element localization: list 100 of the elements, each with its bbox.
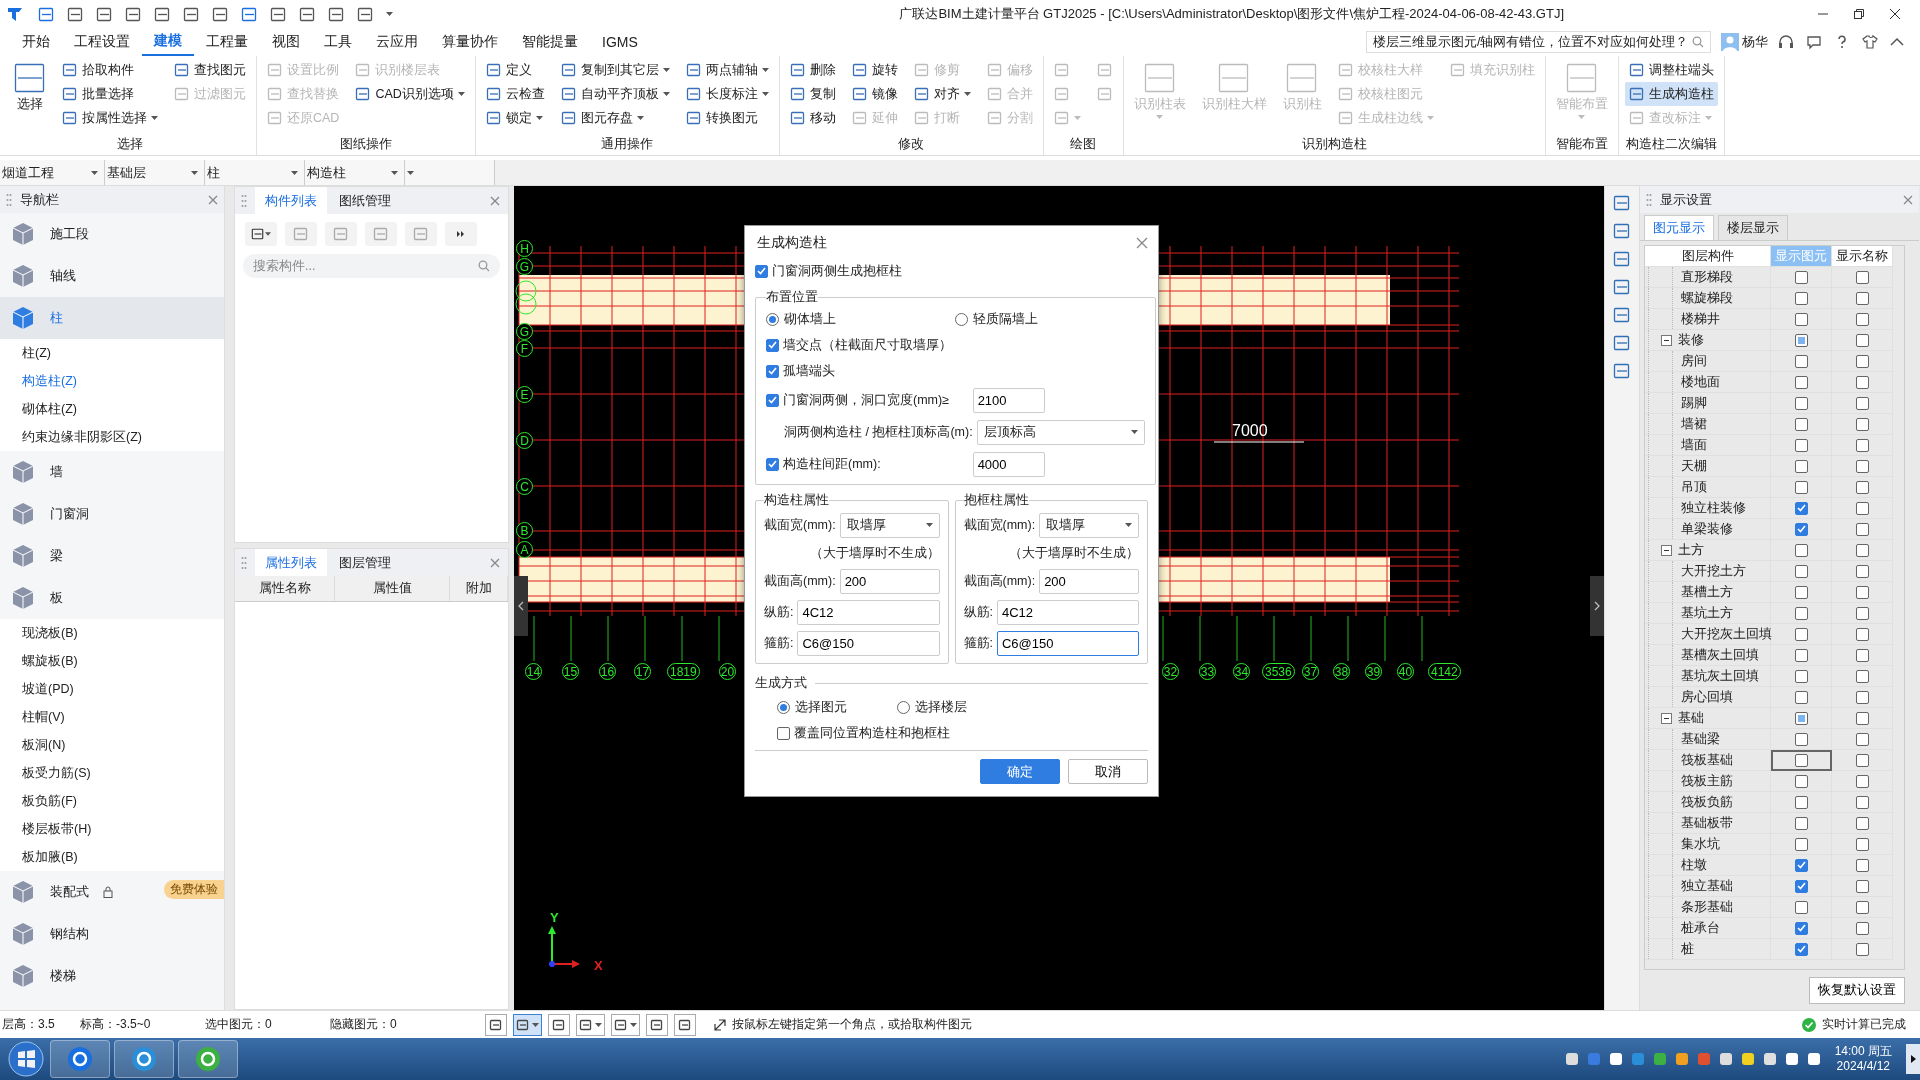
checkbox[interactable] — [1794, 564, 1808, 578]
checkbox[interactable] — [1794, 921, 1808, 935]
toolbar-button[interactable] — [245, 222, 277, 246]
tool-icon[interactable] — [14, 62, 46, 94]
tool-icon[interactable] — [685, 62, 702, 78]
nav-item[interactable]: 墙 — [0, 451, 224, 493]
dropdown[interactable]: 构造柱 — [305, 160, 405, 185]
nav-item[interactable]: 楼梯 — [0, 955, 224, 997]
tool-icon[interactable] — [96, 5, 113, 23]
checkbox[interactable] — [1794, 816, 1808, 830]
nav-item[interactable]: 板受力筋(S) — [0, 759, 224, 787]
start-icon[interactable] — [6, 1039, 46, 1079]
ok-button[interactable]: 确定 — [980, 759, 1060, 784]
taskbar-app[interactable] — [178, 1040, 238, 1078]
ribbon-button[interactable]: 批量选择 — [58, 82, 162, 106]
checkbox[interactable] — [1855, 774, 1869, 788]
tray-icon[interactable] — [1762, 1052, 1777, 1066]
taskbar-app[interactable] — [50, 1040, 110, 1078]
tray-icon[interactable] — [1564, 1052, 1579, 1066]
dropdown[interactable]: 柱 — [205, 160, 305, 185]
tool-icon[interactable] — [789, 110, 806, 126]
tool-icon[interactable] — [62, 110, 78, 126]
checkbox[interactable] — [1855, 606, 1869, 620]
checkbox[interactable] — [1794, 585, 1808, 599]
ribbon-button[interactable]: CAD识别选项 — [351, 82, 469, 106]
nav-item[interactable]: 现浇板(B) — [0, 619, 224, 647]
tool-icon[interactable] — [516, 1017, 530, 1032]
tool-icon[interactable] — [1613, 306, 1631, 324]
checkbox[interactable] — [1855, 711, 1869, 725]
checkbox[interactable] — [1855, 669, 1869, 683]
show-desktop-icon[interactable] — [1906, 1044, 1920, 1074]
checkbox[interactable] — [1855, 396, 1869, 410]
checkbox[interactable] — [1855, 375, 1869, 389]
tool-icon[interactable] — [579, 1017, 593, 1032]
tool-icon[interactable] — [67, 5, 84, 23]
ribbon-button[interactable]: 调整柱端头 — [1624, 58, 1718, 82]
tool-icon[interactable] — [851, 86, 868, 102]
tool-icon[interactable] — [685, 110, 702, 126]
nav-item[interactable]: 楼层板带(H) — [0, 815, 224, 843]
input-field[interactable]: C6@150 — [997, 630, 1139, 656]
dropdown[interactable]: 烟道工程 — [0, 160, 105, 185]
checkbox[interactable] — [1855, 753, 1869, 767]
menu-tab[interactable]: 开始 — [10, 29, 62, 55]
panel-tab[interactable]: 属性列表 — [255, 549, 327, 576]
menu-tab[interactable]: 视图 — [260, 29, 312, 55]
ribbon-button[interactable]: 选择 — [10, 58, 50, 130]
checkbox[interactable] — [1794, 774, 1808, 788]
dropdown[interactable]: 层顶标高 — [976, 419, 1145, 445]
checkbox[interactable] — [1794, 291, 1808, 305]
nav-item[interactable]: 门窗洞 — [0, 493, 224, 535]
checkbox[interactable] — [1855, 879, 1869, 893]
checkbox[interactable] — [1794, 333, 1808, 347]
ribbon-button[interactable]: 图元存盘 — [556, 106, 674, 130]
nav-item[interactable]: 构造柱(Z) — [0, 367, 224, 395]
checkbox[interactable] — [1855, 270, 1869, 284]
nav-item[interactable]: 柱帽(V) — [0, 703, 224, 731]
taskbar-app[interactable] — [114, 1040, 174, 1078]
tool-icon[interactable] — [251, 226, 265, 242]
toolbar-button[interactable] — [611, 1013, 640, 1036]
ribbon-button[interactable]: 复制 — [785, 82, 840, 106]
checkbox[interactable] — [1855, 564, 1869, 578]
checkbox[interactable] — [1794, 375, 1808, 389]
nav-item[interactable]: 板 — [0, 577, 224, 619]
checkbox[interactable] — [1855, 858, 1869, 872]
panel-tab[interactable]: 图元显示 — [1644, 215, 1714, 240]
checkbox[interactable] — [1794, 879, 1808, 893]
checkbox[interactable] — [1855, 522, 1869, 536]
tool-icon[interactable] — [1628, 62, 1645, 78]
menu-tab[interactable]: 工程设置 — [62, 29, 142, 55]
tray-icon[interactable] — [1784, 1052, 1799, 1066]
tool-icon[interactable] — [1613, 278, 1631, 296]
tool-icon[interactable] — [174, 62, 190, 78]
checkbox[interactable] — [766, 393, 779, 407]
nav-item[interactable]: 柱(Z) — [0, 339, 224, 367]
tool-icon[interactable] — [1613, 194, 1631, 212]
input-field[interactable]: 200 — [839, 568, 940, 594]
nav-item[interactable]: 板负筋(F) — [0, 787, 224, 815]
grip-icon[interactable] — [241, 555, 247, 570]
checkbox[interactable] — [1794, 711, 1808, 725]
tool-icon[interactable] — [913, 86, 930, 102]
checkbox[interactable] — [1855, 333, 1869, 347]
ribbon-button[interactable]: 删除 — [785, 58, 840, 82]
ribbon-button[interactable]: 拾取构件 — [58, 58, 162, 82]
tray-icon[interactable] — [1608, 1052, 1623, 1066]
grip-icon[interactable] — [6, 192, 12, 207]
menu-tab[interactable]: 工程量 — [194, 29, 260, 55]
collapse-icon[interactable] — [1661, 544, 1672, 556]
radio-button[interactable] — [897, 700, 910, 714]
checkbox[interactable] — [1855, 291, 1869, 305]
tool-icon[interactable] — [38, 5, 55, 23]
tray-icon[interactable] — [1740, 1052, 1755, 1066]
checkbox[interactable] — [1794, 312, 1808, 326]
nav-item[interactable]: 约束边缘非阴影区(Z) — [0, 423, 224, 451]
checkbox[interactable] — [1794, 396, 1808, 410]
panel-tab[interactable]: 楼层显示 — [1718, 215, 1788, 240]
ribbon-button[interactable]: 查找图元 — [170, 58, 250, 82]
nav-item[interactable]: 板洞(N) — [0, 731, 224, 759]
checkbox[interactable] — [1855, 900, 1869, 914]
tool-icon[interactable] — [328, 5, 345, 23]
checkbox[interactable] — [1794, 942, 1808, 956]
